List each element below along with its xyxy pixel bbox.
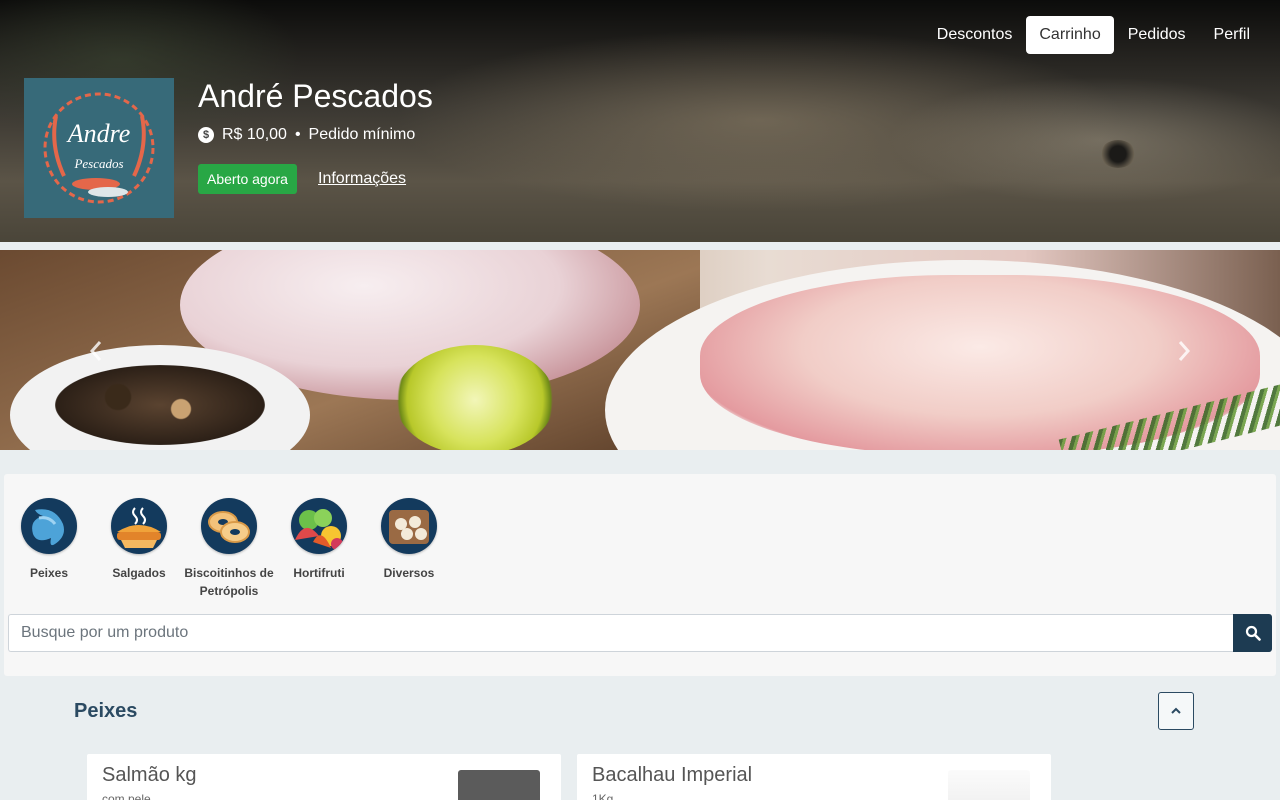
category-hortifruti[interactable]: Hortifruti (274, 498, 364, 600)
banner-carousel (0, 250, 1280, 450)
info-link[interactable]: Informações (318, 170, 406, 188)
product-name: Salmão kg (102, 764, 197, 786)
min-order-value: R$ 10,00 (222, 126, 287, 143)
category-label: Salgados (112, 566, 166, 580)
product-name: Bacalhau Imperial (592, 764, 753, 786)
search-icon (1245, 625, 1261, 641)
category-list: Peixes Salgados Biscoitinhos de Petrópol… (4, 498, 454, 600)
chevron-right-icon (1178, 341, 1191, 361)
category-label: Biscoitinhos de Petrópolis (184, 566, 274, 598)
search-input[interactable] (8, 614, 1233, 652)
category-peixes[interactable]: Peixes (4, 498, 94, 600)
top-nav: Descontos Carrinho Pedidos Perfil (923, 16, 1264, 54)
store-name: André Pescados (198, 78, 433, 114)
chevron-up-icon (1171, 707, 1181, 714)
logo-wordmark: Andre (66, 119, 131, 148)
nav-carrinho[interactable]: Carrinho (1026, 16, 1114, 54)
biscuit-icon (201, 498, 257, 554)
category-label: Peixes (29, 566, 69, 580)
carousel-next-button[interactable] (1176, 338, 1192, 370)
money-icon: $ (198, 127, 214, 143)
store-logo: Andre Pescados (24, 78, 174, 218)
nav-descontos[interactable]: Descontos (923, 17, 1027, 53)
section-title: Peixes (74, 700, 138, 722)
product-image (948, 770, 1030, 800)
min-order: $ R$ 10,00 • Pedido mínimo (198, 126, 415, 144)
collapse-section-button[interactable] (1158, 692, 1194, 730)
product-description: com pele (102, 792, 151, 800)
eggs-icon (381, 498, 437, 554)
min-order-separator: • (294, 126, 301, 143)
fish-icon (21, 498, 77, 554)
status-badge: Aberto agora (198, 164, 297, 194)
nav-pedidos[interactable]: Pedidos (1114, 17, 1200, 53)
category-label: Hortifruti (293, 566, 345, 580)
header-background-fish (1100, 140, 1136, 168)
nav-perfil[interactable]: Perfil (1200, 17, 1264, 53)
chevron-left-icon (89, 341, 102, 361)
product-card[interactable]: Bacalhau Imperial 1Kg (577, 754, 1051, 800)
category-label: Diversos (383, 566, 435, 580)
category-panel: Peixes Salgados Biscoitinhos de Petrópol… (4, 474, 1276, 676)
carousel-prev-button[interactable] (88, 338, 104, 370)
category-biscoitinhos[interactable]: Biscoitinhos de Petrópolis (184, 498, 274, 600)
product-search (8, 614, 1272, 652)
category-salgados[interactable]: Salgados (94, 498, 184, 600)
min-order-label: Pedido mínimo (308, 126, 416, 143)
product-card[interactable]: Salmão kg com pele (87, 754, 561, 800)
vegetables-icon (291, 498, 347, 554)
store-header: Descontos Carrinho Pedidos Perfil Andre … (0, 0, 1280, 242)
search-button[interactable] (1233, 614, 1272, 652)
category-diversos[interactable]: Diversos (364, 498, 454, 600)
product-image (458, 770, 540, 800)
pie-icon (111, 498, 167, 554)
logo-subtext: Pescados (73, 156, 123, 171)
product-description: 1Kg (592, 792, 614, 800)
